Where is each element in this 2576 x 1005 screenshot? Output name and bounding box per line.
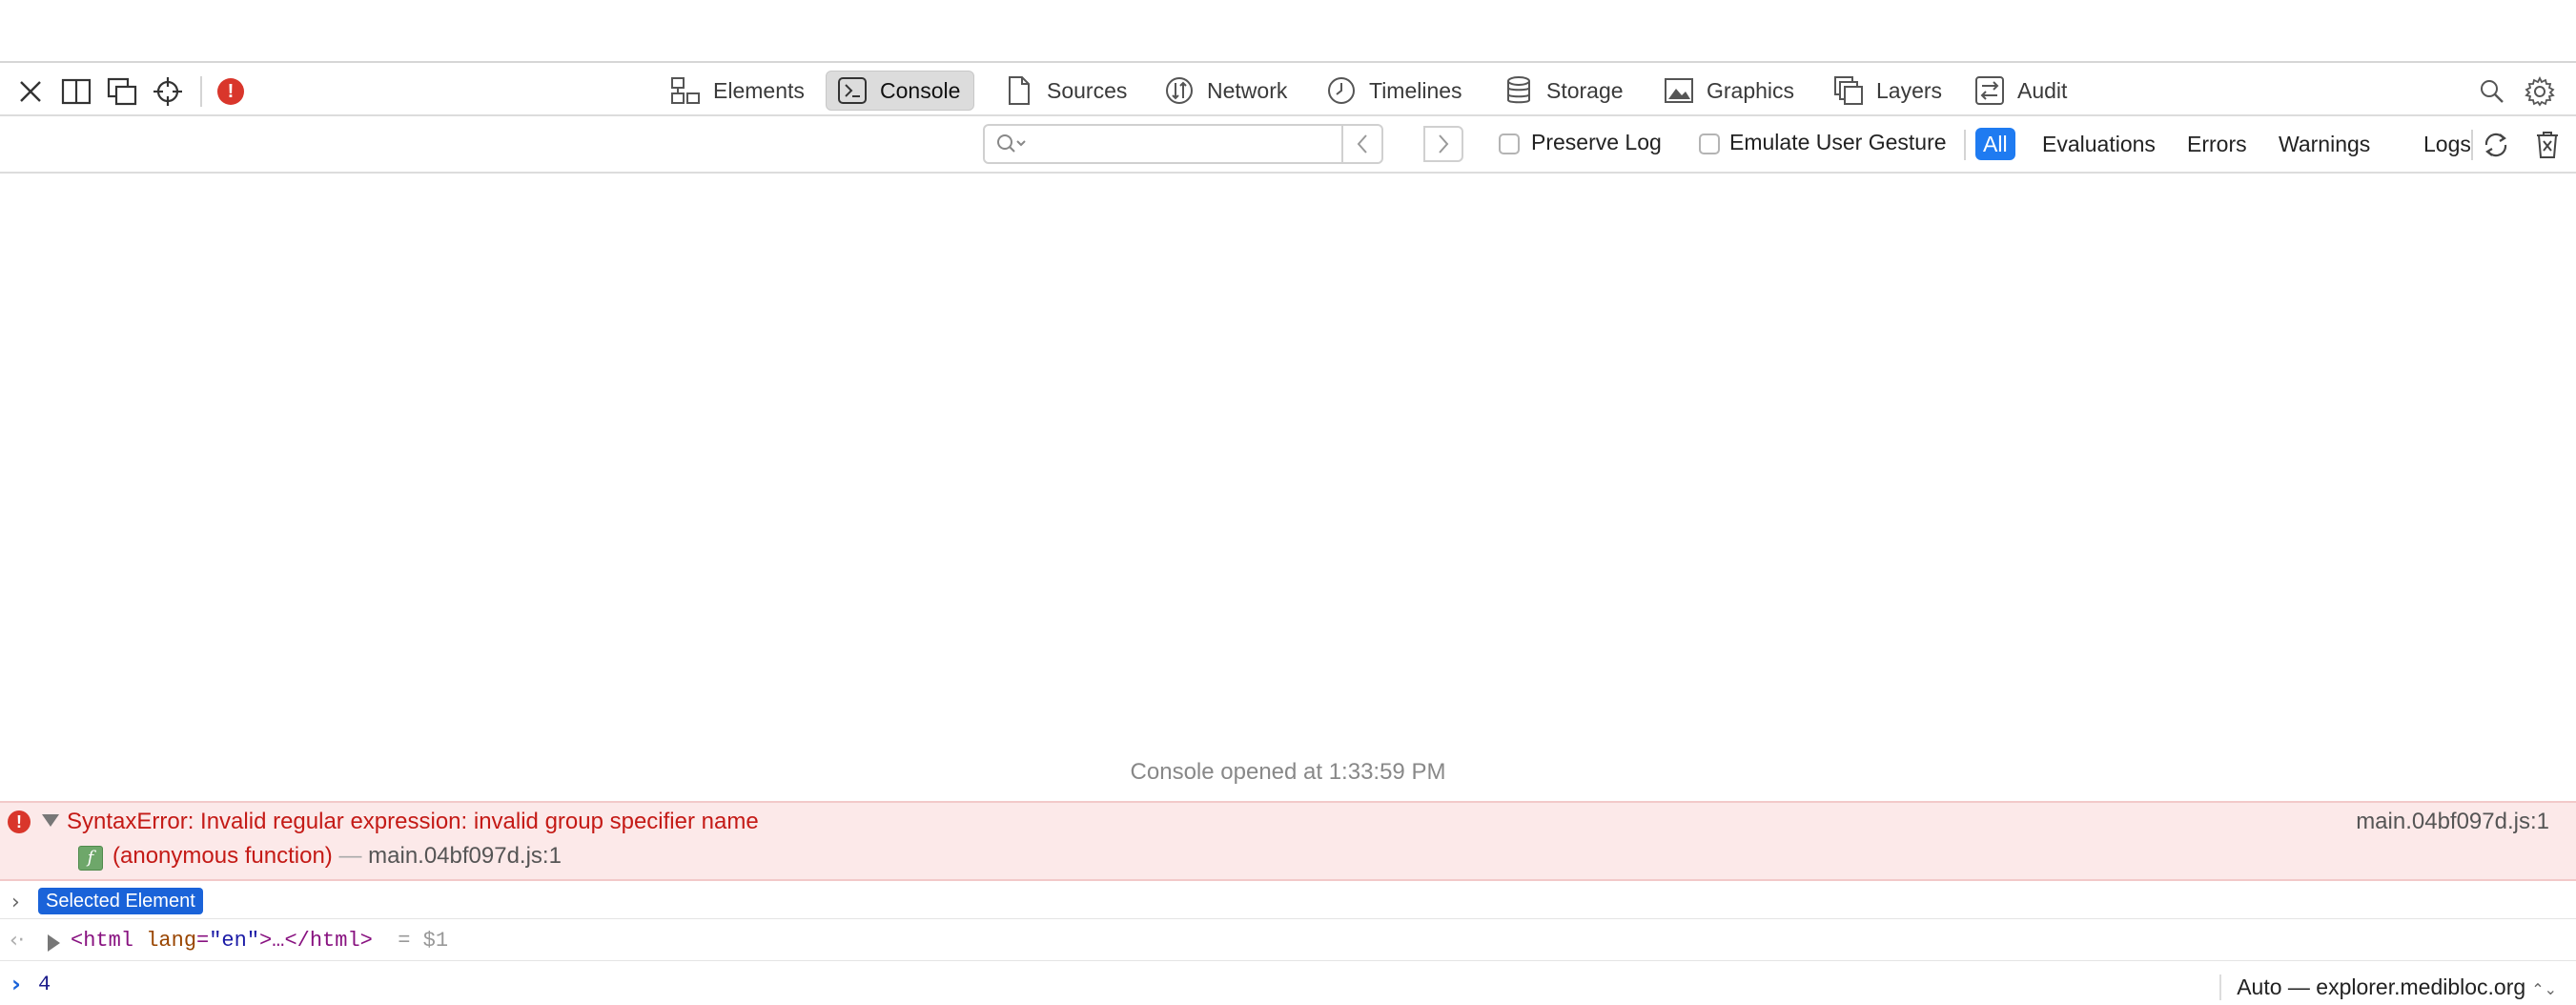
dock-side-icon[interactable] [59, 74, 93, 109]
console-opened-message: Console opened at 1:33:59 PM [1130, 759, 1446, 785]
stack-frame-separator: — [338, 843, 362, 869]
tab-label: Layers [1876, 77, 1943, 103]
inspect-crosshair-icon[interactable] [151, 74, 185, 109]
error-icon: ! [8, 810, 31, 833]
tab-storage[interactable]: Storage [1493, 71, 1637, 111]
stack-frame[interactable]: (anonymous function) — main.04bf097d.js:… [112, 843, 562, 870]
sources-icon [1003, 74, 1035, 107]
filter-divider [2471, 130, 2473, 160]
tab-label: Sources [1047, 77, 1128, 103]
html-open-tag: <html [71, 929, 134, 953]
error-count-badge: ! [217, 78, 244, 105]
storage-icon [1503, 74, 1535, 107]
search-filter-icon[interactable] [994, 132, 1027, 161]
tab-network[interactable]: Network [1154, 71, 1300, 111]
html-node-preview[interactable]: <html lang="en">…</html> = $1 [71, 929, 448, 953]
search-icon[interactable] [2475, 74, 2509, 109]
console-search-box [983, 124, 1404, 164]
disclosure-triangle-icon[interactable] [42, 814, 59, 827]
selected-element-row[interactable]: › Selected Element [0, 883, 2576, 919]
window-top-area [0, 0, 2576, 63]
level-warnings-button[interactable]: Warnings [2271, 128, 2378, 160]
chevron-right-icon: › [11, 891, 20, 914]
tab-label: Network [1207, 77, 1288, 103]
tab-graphics[interactable]: Graphics [1653, 71, 1808, 111]
level-errors-button[interactable]: Errors [2179, 128, 2255, 160]
saved-binding: = $1 [398, 929, 449, 953]
gear-icon[interactable] [2523, 74, 2557, 109]
toolbar-divider [200, 76, 202, 107]
tab-elements[interactable]: Elements [660, 71, 818, 111]
filter-divider [1964, 130, 1966, 160]
expand-triangle-icon[interactable] [48, 934, 60, 952]
execution-context-label: Auto — explorer.medibloc.org [2237, 974, 2526, 999]
selected-element-badge: Selected Element [38, 888, 203, 914]
stack-frame-function: (anonymous function) [112, 843, 333, 869]
function-icon: f [78, 846, 103, 871]
emulate-gesture-checkbox[interactable] [1699, 133, 1720, 154]
level-logs-button[interactable]: Logs [2416, 128, 2479, 160]
undock-window-icon[interactable] [105, 74, 139, 109]
tab-audit[interactable]: Audit [1964, 71, 2080, 111]
level-evaluations-button[interactable]: Evaluations [2034, 128, 2163, 160]
level-all-button[interactable]: All [1975, 128, 2015, 160]
html-close-tag: >…</html> [259, 929, 373, 953]
console-filter-bar: Preserve Log Emulate User Gesture All Ev… [0, 118, 2576, 174]
tab-label: Elements [713, 77, 805, 103]
tab-label: Storage [1546, 77, 1624, 103]
console-prompt-input[interactable]: 4 [38, 973, 51, 996]
network-icon [1163, 74, 1196, 107]
tab-timelines[interactable]: Timelines [1316, 71, 1476, 111]
clear-console-trash-icon[interactable] [2530, 128, 2565, 162]
reload-icon[interactable] [2479, 128, 2513, 162]
error-source-link[interactable]: main.04bf097d.js:1 [2356, 809, 2549, 835]
up-down-arrows-icon: ⌃⌄ [2531, 982, 2557, 998]
html-attr-value: "en" [209, 929, 260, 953]
prompt-chevron-icon: › [11, 971, 21, 997]
preserve-log-checkbox[interactable] [1499, 133, 1520, 154]
tab-label: Graphics [1707, 77, 1795, 103]
search-next-button[interactable] [1423, 126, 1463, 162]
stack-frame-location[interactable]: main.04bf097d.js:1 [368, 843, 562, 869]
execution-context-selector[interactable]: Auto — explorer.medibloc.org ⌃⌄ [2219, 974, 2557, 1000]
console-icon [836, 74, 869, 107]
preserve-log-label: Preserve Log [1531, 130, 1662, 154]
audit-icon [1973, 74, 2006, 107]
search-previous-button[interactable] [1341, 126, 1381, 162]
chevron-left-icon [1357, 134, 1367, 154]
tab-sources[interactable]: Sources [993, 71, 1140, 111]
tab-label: Audit [2017, 77, 2068, 103]
console-error-message[interactable]: ! SyntaxError: Invalid regular expressio… [0, 801, 2576, 881]
result-arrow-icon: ‹· [10, 929, 25, 953]
tab-label: Timelines [1369, 77, 1462, 103]
console-prompt[interactable]: › 4 Auto — explorer.medibloc.org ⌃⌄ [0, 963, 2576, 1005]
html-element-result[interactable]: ‹· <html lang="en">…</html> = $1 [0, 921, 2576, 961]
graphics-icon [1663, 74, 1695, 107]
chevron-right-icon [1439, 134, 1449, 154]
tab-label: Console [880, 77, 961, 103]
emulate-gesture-label: Emulate User Gesture [1729, 130, 1947, 154]
timelines-icon [1325, 74, 1358, 107]
tab-layers[interactable]: Layers [1823, 71, 1955, 111]
devtools-tab-bar: ! Elements Console Sources Network Timel… [0, 65, 2576, 116]
tab-console[interactable]: Console [826, 71, 975, 111]
error-indicator-icon[interactable]: ! [214, 74, 248, 109]
html-attr-name: lang [146, 929, 197, 953]
close-icon[interactable] [13, 74, 48, 109]
layers-icon [1832, 74, 1865, 107]
error-text: SyntaxError: Invalid regular expression:… [67, 809, 759, 834]
elements-icon [669, 74, 702, 107]
